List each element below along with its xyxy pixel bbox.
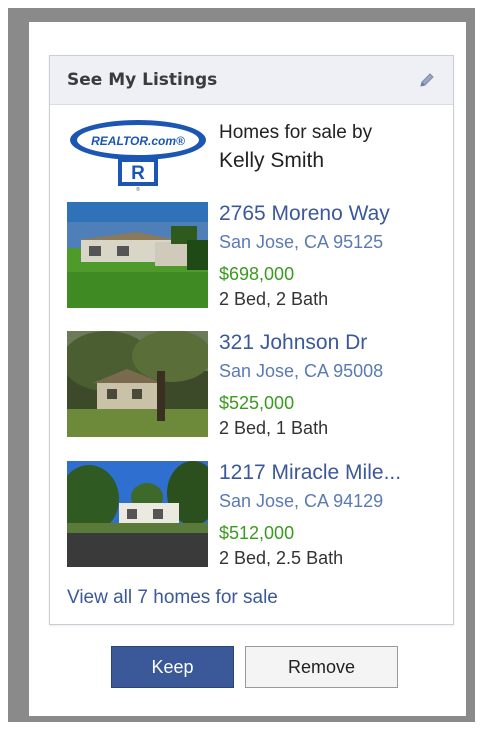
remove-button[interactable]: Remove xyxy=(245,646,398,688)
card-title: See My Listings xyxy=(67,70,218,90)
listing-city: San Jose, CA 94129 xyxy=(219,491,384,511)
listing-beds-baths: 2 Bed, 2 Bath xyxy=(219,289,329,309)
listings-card: See My Listings REALTOR.com® R ® Homes f… xyxy=(49,55,454,625)
view-all-link[interactable]: View all 7 homes for sale xyxy=(67,587,278,609)
listing-price: $698,000 xyxy=(219,264,295,284)
card-header: See My Listings xyxy=(50,56,453,105)
realtor-logo-icon: REALTOR.com® R ® xyxy=(70,120,206,192)
bottom-strip xyxy=(0,722,482,738)
listing-city: San Jose, CA 95008 xyxy=(219,361,384,381)
listing-item[interactable]: 321 Johnson Dr San Jose, CA 95008 $525,0… xyxy=(67,331,447,441)
listing-city: San Jose, CA 95125 xyxy=(219,232,384,252)
agent-intro: Homes for sale by xyxy=(219,122,373,143)
listing-item[interactable]: 2765 Moreno Way San Jose, CA 95125 $698,… xyxy=(67,202,447,312)
listing-beds-baths: 2 Bed, 2.5 Bath xyxy=(219,548,344,568)
svg-text:®: ® xyxy=(136,186,140,192)
listing-beds-baths: 2 Bed, 1 Bath xyxy=(219,418,329,438)
listing-price: $512,000 xyxy=(219,523,295,543)
listing-photo[interactable] xyxy=(67,202,208,308)
keep-button[interactable]: Keep xyxy=(111,646,234,688)
listing-item[interactable]: 1217 Miracle Mile... San Jose, CA 94129 … xyxy=(67,461,447,571)
listing-address[interactable]: 2765 Moreno Way xyxy=(219,202,390,226)
listing-photo[interactable] xyxy=(67,331,208,437)
pencil-icon[interactable] xyxy=(417,70,437,90)
listing-address[interactable]: 321 Johnson Dr xyxy=(219,331,367,355)
svg-text:R: R xyxy=(131,163,145,184)
agent-name: Kelly Smith xyxy=(219,149,325,172)
svg-text:REALTOR.com®: REALTOR.com® xyxy=(91,134,185,148)
listing-address[interactable]: 1217 Miracle Mile... xyxy=(219,461,401,485)
listing-photo[interactable] xyxy=(67,461,208,567)
listing-price: $525,000 xyxy=(219,393,295,413)
